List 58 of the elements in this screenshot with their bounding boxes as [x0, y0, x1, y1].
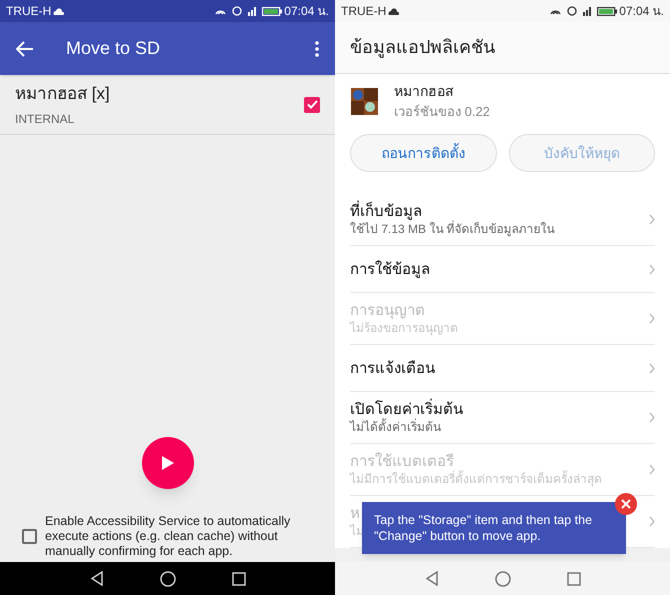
- battery-icon: [262, 6, 282, 16]
- back-arrow-icon[interactable]: [16, 40, 34, 56]
- app-name: หมากฮอส: [394, 82, 455, 102]
- clock-text: 07:04 น.: [284, 3, 329, 20]
- cloud-icon: [388, 8, 400, 14]
- app-name: หมากฮอส [x]: [15, 83, 111, 106]
- item-title: การใช้ข้อมูล: [350, 260, 430, 278]
- play-button[interactable]: [142, 437, 194, 489]
- chevron-icon: [649, 362, 655, 374]
- alarm-icon: [567, 6, 578, 16]
- item-subtitle: ไม่ร้องขอการอนุญาต: [350, 320, 458, 336]
- settings-item[interactable]: ที่เก็บข้อมูล ใช้ไป 7.13 MB ใน ที่จัดเก็บข้อมูลภายใน: [350, 194, 655, 246]
- accessibility-label: Enable Accessibility Service to automatically execute actions (e.g. clean cache) without manually confirming for each app.: [45, 514, 292, 558]
- header-title: ข้อมูลแอปพลิเคชัน: [350, 36, 495, 60]
- app-bar-title: Move to SD: [66, 37, 162, 60]
- hotspot-icon: [550, 8, 562, 14]
- carrier-text: TRUE-H: [6, 3, 52, 20]
- carrier-text: TRUE-H: [341, 3, 386, 20]
- item-title: ห: [350, 504, 360, 523]
- checkbox[interactable]: [304, 96, 320, 112]
- item-subtitle: ไม่ได้ตั้งค่าเริ่มต้น: [350, 419, 441, 435]
- app-list-item[interactable]: หมากฮอส [x] INTERNAL: [0, 75, 335, 135]
- app-icon: [351, 88, 378, 115]
- play-icon: [160, 455, 174, 471]
- signal-icon: [583, 6, 592, 16]
- signal-icon: [248, 6, 256, 16]
- home-icon[interactable]: [160, 570, 176, 586]
- back-icon[interactable]: [90, 571, 104, 586]
- storage-location: INTERNAL: [15, 110, 76, 128]
- chevron-icon: [649, 264, 655, 274]
- chevron-icon: [649, 464, 655, 475]
- item-subtitle: ไม่มีการใช้แบตเตอรี่ตั้งแต่การชาร์จเต็มครั้งล่าสุด: [350, 471, 602, 487]
- checkbox[interactable]: [22, 528, 37, 544]
- app-version: เวอร์ชันของ 0.22: [394, 103, 490, 122]
- tooltip-text: Tap the "Storage" item and then tap the "Change" button to move app.: [374, 512, 594, 544]
- chevron-icon: [649, 516, 655, 527]
- settings-item[interactable]: การใช้ข้อมูล: [350, 246, 655, 293]
- chevron-icon: [649, 313, 655, 324]
- item-title: ที่เก็บข้อมูล: [350, 202, 422, 221]
- item-title: การใช้แบตเตอรี: [350, 452, 454, 470]
- close-button[interactable]: [615, 493, 637, 515]
- hotspot-icon: [215, 8, 226, 14]
- settings-item[interactable]: การแจ้งเตือน: [350, 345, 655, 392]
- settings-item[interactable]: เปิดโดยค่าเริ่มต้น ไม่ได้ตั้งค่าเริ่มต้น: [350, 392, 655, 444]
- recents-icon[interactable]: [232, 572, 246, 586]
- cloud-icon: [53, 8, 64, 14]
- chevron-icon: [649, 412, 655, 423]
- chevron-icon: [649, 214, 655, 225]
- action-button[interactable]: ถอนการติดตั้ง: [350, 134, 496, 172]
- item-title: การแจ้งเตือน: [350, 358, 435, 378]
- item-subtitle: ใช้ไป 7.13 MB ใน ที่จัดเก็บข้อมูลภายใน: [350, 221, 555, 237]
- more-options-icon[interactable]: [315, 40, 319, 56]
- battery-icon: [597, 6, 618, 16]
- clock-text: 07:04 น.: [619, 3, 664, 20]
- item-title: การอนุญาต: [350, 301, 425, 320]
- item-title: เปิดโดยค่าเริ่มต้น: [350, 400, 463, 419]
- alarm-icon: [232, 6, 242, 16]
- close-icon: [621, 499, 631, 509]
